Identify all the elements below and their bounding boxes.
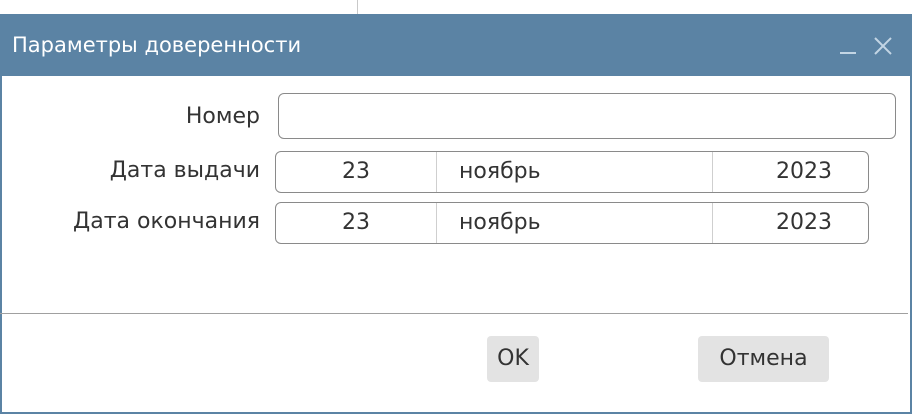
issue-date-year[interactable]: 2023 xyxy=(712,152,868,192)
minimize-icon xyxy=(840,52,856,54)
issue-date-picker: 23 ноябрь 2023 xyxy=(275,151,869,193)
footer-separator xyxy=(0,313,908,314)
end-date-day[interactable]: 23 xyxy=(276,203,436,243)
dialog-titlebar[interactable]: Параметры доверенности xyxy=(0,14,912,76)
cancel-button[interactable]: Отмена xyxy=(698,336,829,382)
number-label: Номер xyxy=(185,104,260,129)
end-date-label: Дата окончания xyxy=(73,209,260,234)
number-input[interactable] xyxy=(278,93,896,139)
background-divider xyxy=(357,0,358,14)
issue-date-label: Дата выдачи xyxy=(109,158,260,183)
issue-date-month[interactable]: ноябрь xyxy=(436,152,712,192)
end-date-month[interactable]: ноябрь xyxy=(436,203,712,243)
minimize-button[interactable] xyxy=(833,28,863,62)
close-button[interactable] xyxy=(868,28,898,62)
close-icon xyxy=(874,37,892,55)
dialog-title: Параметры доверенности xyxy=(12,33,302,57)
end-date-picker: 23 ноябрь 2023 xyxy=(275,202,869,244)
end-date-year[interactable]: 2023 xyxy=(712,203,868,243)
ok-button[interactable]: OK xyxy=(487,336,539,382)
issue-date-day[interactable]: 23 xyxy=(276,152,436,192)
